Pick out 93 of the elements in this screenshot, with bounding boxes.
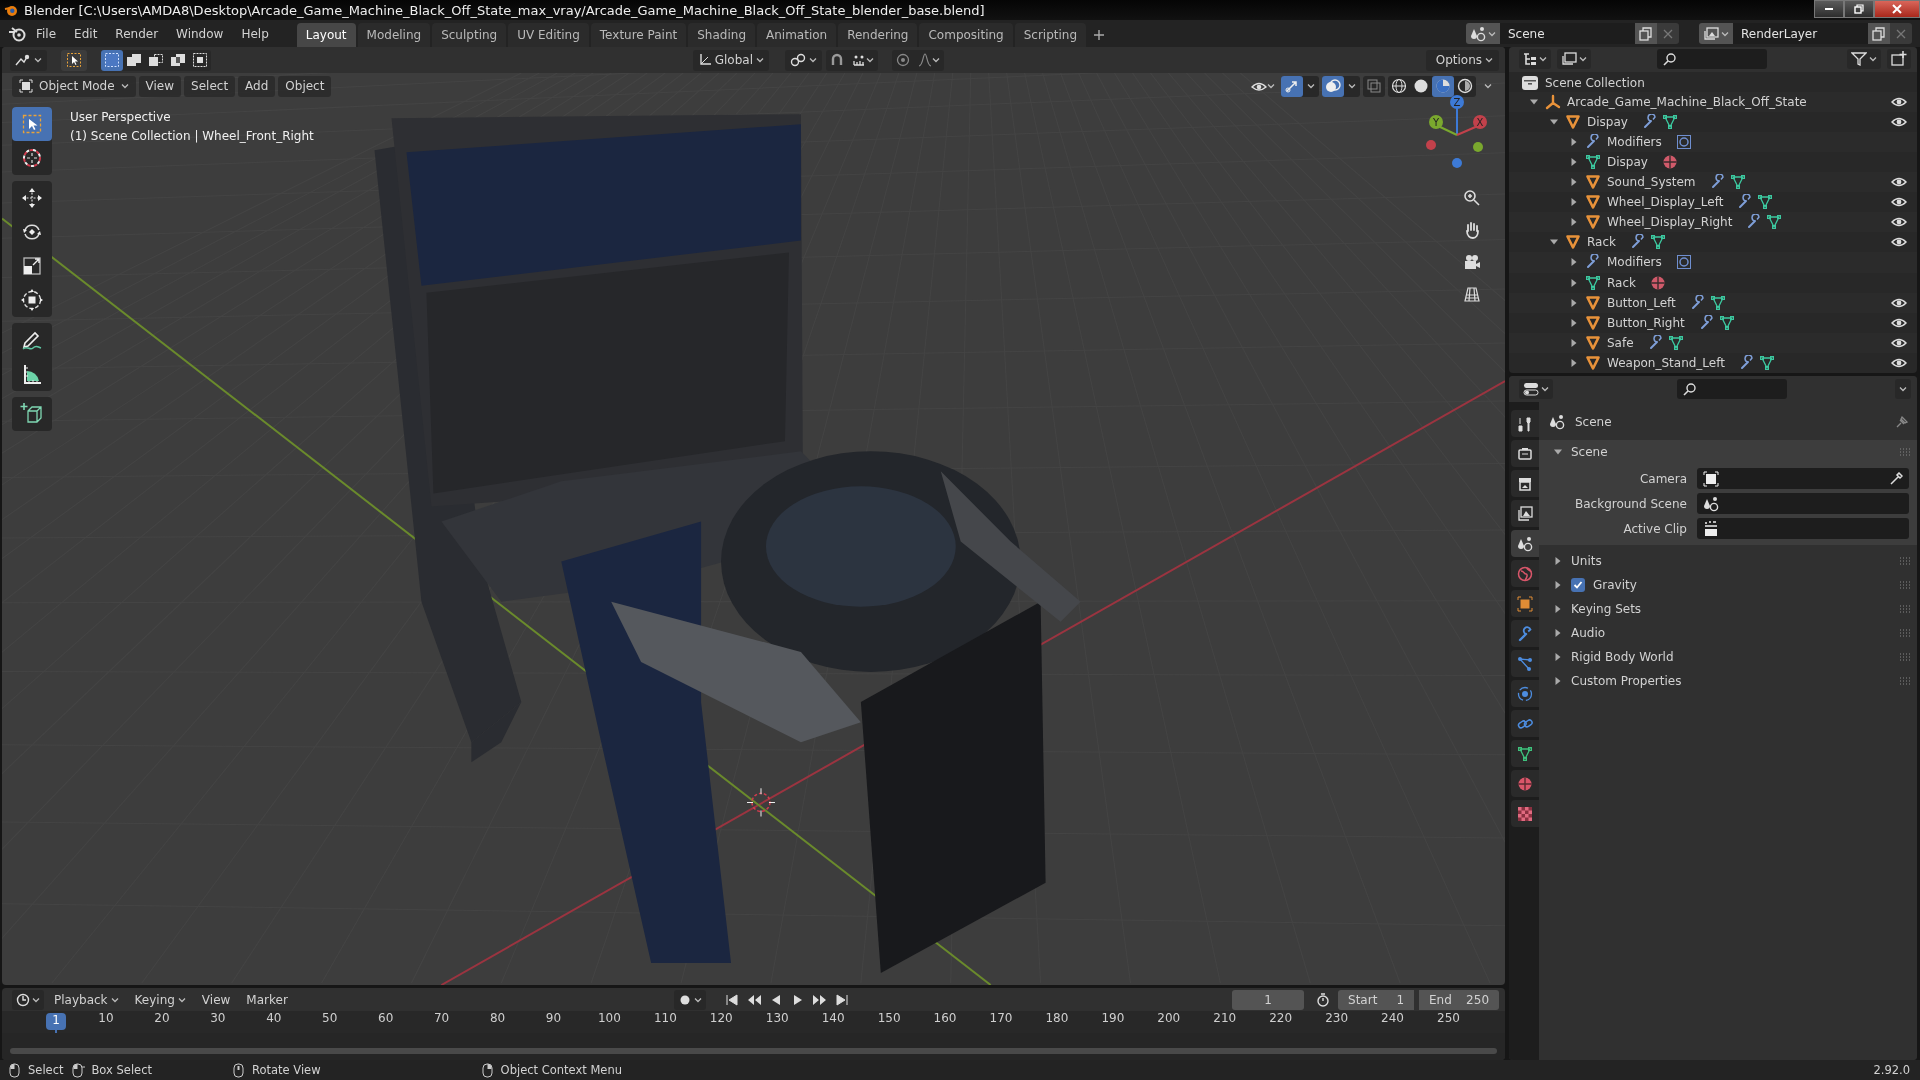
frame-number: 250 xyxy=(1436,1011,1461,1027)
menu-item[interactable]: View xyxy=(138,75,182,97)
frame-number: 10 xyxy=(97,1011,115,1027)
frame-number: 180 xyxy=(1044,1011,1070,1027)
panel-title[interactable]: Keying Sets xyxy=(1571,602,1642,616)
orientation-dropdown[interactable]: Global xyxy=(692,49,769,71)
menu-item[interactable]: Keying xyxy=(128,989,192,1010)
frame-number: 230 xyxy=(1324,1011,1350,1027)
frame-number: 210 xyxy=(1212,1011,1238,1027)
frame-number: 100 xyxy=(596,1011,622,1027)
workspace-tab[interactable]: Scripting xyxy=(1014,23,1087,47)
panel-title[interactable]: Scene xyxy=(1571,445,1608,459)
frame-number: 80 xyxy=(488,1011,507,1027)
scene-field[interactable]: Scene xyxy=(1500,23,1635,44)
field-label: Camera xyxy=(1638,471,1688,486)
panel-title[interactable]: Rigid Body World xyxy=(1571,650,1674,664)
field-label: Active Clip xyxy=(1622,521,1688,536)
workspace-tab[interactable]: Rendering xyxy=(838,23,918,47)
frame-number: 130 xyxy=(764,1011,790,1027)
axis-handle[interactable]: Z xyxy=(1450,95,1464,136)
status-hint: Box Select xyxy=(91,1063,152,1077)
status-hint: Rotate View xyxy=(252,1063,321,1077)
frame-number: 90 xyxy=(544,1011,563,1027)
outliner-item[interactable]: Dispay xyxy=(1607,155,1648,169)
menu-item[interactable]: Marker xyxy=(240,989,294,1010)
outliner-item[interactable]: Scene Collection xyxy=(1545,75,1645,90)
outliner-item[interactable]: Button_Left xyxy=(1607,295,1676,310)
frame-number: 160 xyxy=(932,1011,958,1027)
status-hint: Object Context Menu xyxy=(500,1063,622,1077)
workspace-tab[interactable]: Compositing xyxy=(919,23,1013,47)
field-label: Background Scene xyxy=(1574,496,1688,511)
menu-item[interactable]: View xyxy=(195,989,237,1010)
workspace-tab[interactable]: Texture Paint xyxy=(590,23,687,47)
workspace-tab[interactable]: Animation xyxy=(757,23,837,47)
options-dropdown[interactable]: Options xyxy=(1425,49,1499,71)
version-text: 2.92.0 xyxy=(1873,1063,1910,1077)
workspace-tab[interactable]: Sculpting xyxy=(432,23,507,47)
menu-item[interactable]: Window xyxy=(168,23,232,44)
window-title: Blender [C:\Users\AMDA8\Desktop\Arcade_Game_Machine_Black_Off_State_max_vray/Arcade_Game_Machine_Black_Off_State_blender_base.blend] xyxy=(24,2,986,18)
panel-title[interactable]: Audio xyxy=(1571,626,1606,640)
outliner-item[interactable]: Weapon_Stand_Left xyxy=(1607,355,1725,370)
panel-title[interactable]: Units xyxy=(1571,554,1602,568)
current-frame-field[interactable]: 1 xyxy=(1232,989,1304,1010)
outliner-item[interactable]: Sound_System xyxy=(1607,175,1696,190)
frame-number: 20 xyxy=(153,1011,171,1027)
outliner-item[interactable]: Dispay xyxy=(1587,114,1628,129)
playhead-frame[interactable]: 1 xyxy=(46,1013,66,1030)
workspace-tab[interactable]: Shading xyxy=(688,23,755,47)
frame-number: 190 xyxy=(1100,1011,1126,1027)
frame-number: 140 xyxy=(820,1011,846,1027)
end-frame-field[interactable]: End 250 xyxy=(1419,989,1499,1010)
status-hint: Select xyxy=(28,1063,64,1077)
outliner-item[interactable]: Safe xyxy=(1607,335,1634,350)
menu-item[interactable]: Edit xyxy=(66,23,106,44)
menu-item[interactable]: Render xyxy=(107,23,167,44)
workspace-tab[interactable]: UV Editing xyxy=(508,23,589,47)
panel-title[interactable]: Gravity xyxy=(1593,578,1637,592)
frame-number: 120 xyxy=(708,1011,734,1027)
frame-number: 60 xyxy=(377,1011,395,1027)
menu-item[interactable]: Help xyxy=(233,23,277,44)
menu-item[interactable]: Add xyxy=(238,75,276,97)
workspace-tab[interactable]: Modeling xyxy=(357,23,431,47)
context-title: Scene xyxy=(1575,415,1612,429)
view-layer-field[interactable]: RenderLayer xyxy=(1733,23,1868,44)
frame-number: 110 xyxy=(652,1011,678,1027)
frame-number: 70 xyxy=(432,1011,451,1027)
workspace-tab[interactable]: Layout xyxy=(296,23,356,47)
viewport-info-text: (1) Scene Collection | Wheel_Front_Right xyxy=(70,129,314,143)
outliner-item[interactable]: Wheel_Display_Right xyxy=(1607,215,1733,230)
frame-number: 30 xyxy=(209,1011,227,1027)
menu-item[interactable]: Object xyxy=(278,75,332,97)
outliner-item[interactable]: Modifiers xyxy=(1607,255,1662,270)
frame-number: 200 xyxy=(1156,1011,1182,1027)
frame-number: 170 xyxy=(988,1011,1014,1027)
mode-dropdown[interactable]: Object Mode xyxy=(12,75,136,97)
outliner-item[interactable]: Wheel_Display_Left xyxy=(1607,195,1724,210)
frame-number: 220 xyxy=(1268,1011,1294,1027)
axis-handle[interactable]: Y xyxy=(1429,115,1458,136)
menu-item[interactable]: Playback xyxy=(48,989,125,1010)
viewport-info-text: User Perspective xyxy=(70,110,172,124)
outliner-item[interactable]: Button_Right xyxy=(1607,315,1685,330)
panel-title[interactable]: Custom Properties xyxy=(1571,674,1682,688)
frame-number: 240 xyxy=(1380,1011,1405,1027)
menu-item[interactable]: Select xyxy=(184,75,236,97)
outliner-item[interactable]: Rack xyxy=(1607,275,1636,290)
menu-item[interactable]: File xyxy=(28,23,65,44)
outliner-item[interactable]: Arcade_Game_Machine_Black_Off_State xyxy=(1567,94,1807,109)
frame-number: 150 xyxy=(876,1011,902,1027)
outliner-item[interactable]: Modifiers xyxy=(1607,134,1662,149)
start-frame-field[interactable]: Start 1 xyxy=(1338,989,1414,1010)
frame-number: 50 xyxy=(321,1011,339,1027)
outliner-item[interactable]: Rack xyxy=(1587,235,1616,250)
frame-number: 40 xyxy=(265,1011,283,1027)
